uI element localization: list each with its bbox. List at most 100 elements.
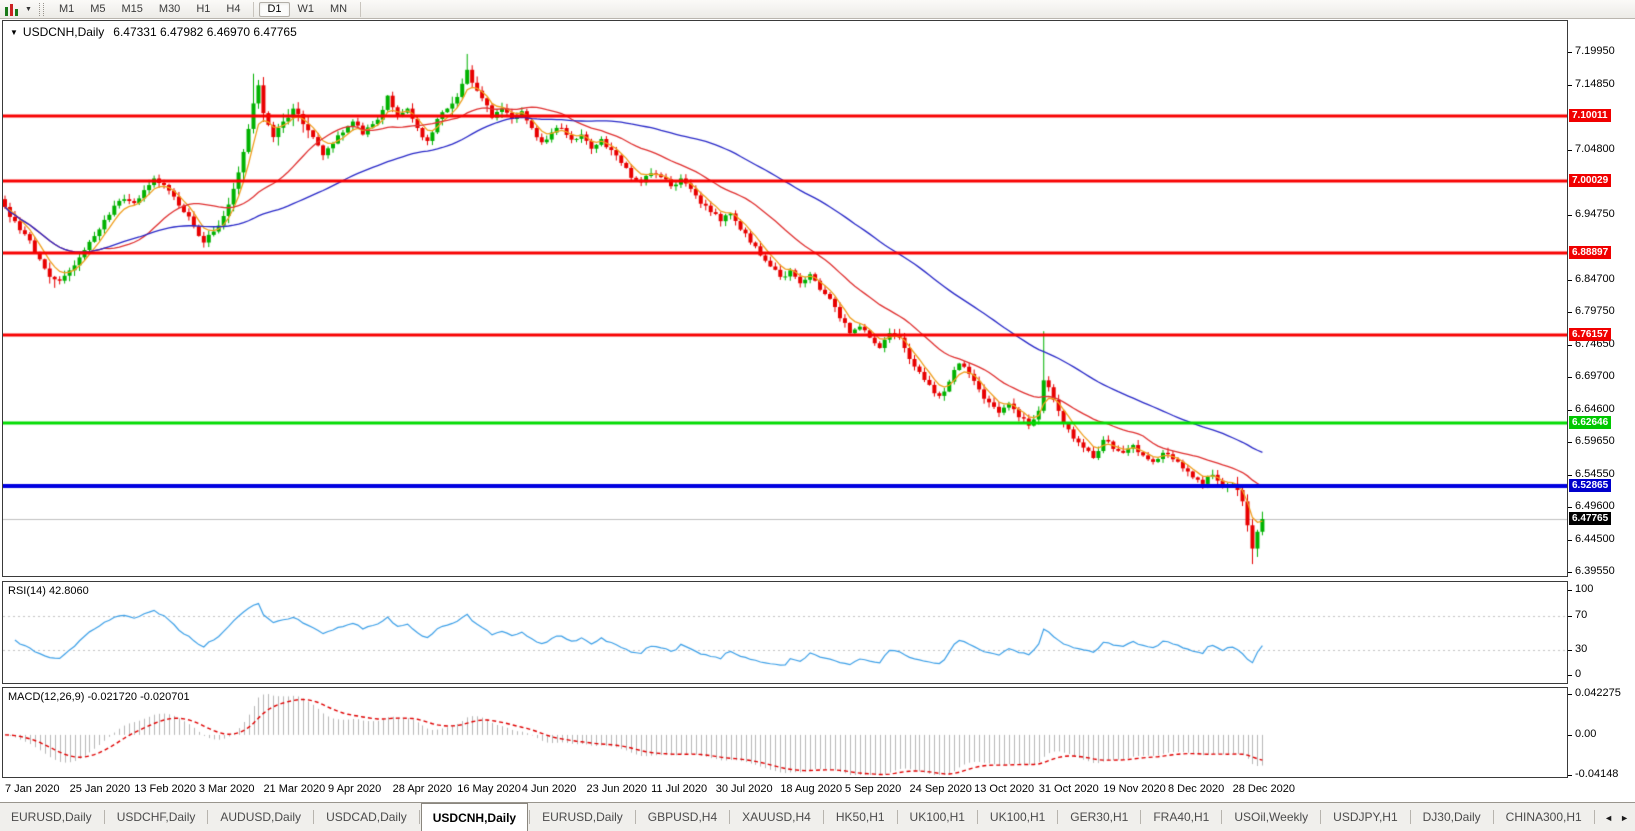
chart-tab-EURUSD-Daily[interactable]: EURUSD,Daily xyxy=(0,803,103,831)
rsi-tick xyxy=(1568,649,1572,651)
timeframe-button-H4[interactable]: H4 xyxy=(218,2,248,17)
tab-divider xyxy=(313,810,315,824)
price-tick xyxy=(1568,312,1572,314)
tab-divider xyxy=(1492,810,1494,824)
chart-tab-HK50-H1[interactable]: HK50,H1 xyxy=(825,803,896,831)
price-tick xyxy=(1568,572,1572,574)
chart-tab-FRA40-H1[interactable]: FRA40,H1 xyxy=(1142,803,1220,831)
chart-tab-DJ30-Daily[interactable]: DJ30,Daily xyxy=(1412,803,1492,831)
tab-divider xyxy=(896,810,898,824)
toolbar-separator xyxy=(360,1,362,17)
tab-scroll-left-button[interactable]: ◄ xyxy=(1604,813,1613,823)
tab-divider xyxy=(822,810,824,824)
timeframe-button-MN[interactable]: MN xyxy=(322,2,355,17)
price-tick-label: 6.49600 xyxy=(1575,500,1615,513)
date-label: 28 Apr 2020 xyxy=(392,783,452,795)
level-badge: 6.88897 xyxy=(1569,245,1612,259)
date-label: 8 Dec 2020 xyxy=(1167,783,1225,795)
tab-scroll-right-button[interactable]: ► xyxy=(1620,813,1629,823)
timeframe-button-W1[interactable]: W1 xyxy=(290,2,323,17)
tab-divider xyxy=(1593,810,1595,824)
date-label: 24 Sep 2020 xyxy=(909,783,972,795)
chart-tab-USDCAD-Daily[interactable]: USDCAD,Daily xyxy=(315,803,418,831)
chart-symbol-label: USDCNH,Daily xyxy=(22,25,105,39)
rsi-value: 42.8060 xyxy=(48,585,89,597)
macd-values: -0.021720 -0.020701 xyxy=(87,691,190,703)
chart-tab-USDCHF-Daily[interactable]: USDCHF,Daily xyxy=(106,803,207,831)
tab-divider xyxy=(1409,810,1411,824)
candlestick-chart-icon[interactable] xyxy=(4,3,23,16)
tab-divider xyxy=(103,810,105,824)
date-label: 9 Apr 2020 xyxy=(328,783,382,795)
timeframe-button-M5[interactable]: M5 xyxy=(82,2,113,17)
price-tick-label: 6.44500 xyxy=(1575,533,1615,546)
rsi-tick xyxy=(1568,590,1572,591)
chart-tab-UK100-H1[interactable]: UK100,H1 xyxy=(899,803,976,831)
rsi-tick-label: 100 xyxy=(1575,583,1594,595)
tab-scroll-buttons: ◄ ► xyxy=(1596,804,1635,831)
tab-divider xyxy=(529,810,531,824)
level-badge: 6.62646 xyxy=(1569,415,1612,429)
date-label: 31 Oct 2020 xyxy=(1038,783,1099,795)
tab-divider xyxy=(634,810,636,824)
chart-ohlc-values: 6.47331 6.47982 6.46970 6.47765 xyxy=(113,25,297,39)
timeframe-button-M1[interactable]: M1 xyxy=(51,2,82,17)
chart-title-marker-icon: ▼ xyxy=(10,28,18,37)
price-tick xyxy=(1568,475,1572,477)
chart-tab-CHINA300-H1[interactable]: CHINA300,H1 xyxy=(1495,803,1593,831)
date-label: 28 Dec 2020 xyxy=(1232,783,1295,795)
chart-tab-bar: EURUSD,Daily USDCHF,Daily AUDUSD,Daily USDC… xyxy=(0,802,1635,831)
main-chart-canvas[interactable] xyxy=(3,21,1567,576)
timeframe-toolbar: ▼ M1 M5 M15 M30 H1 H4 D1 W1 MN xyxy=(0,0,1635,19)
rsi-canvas[interactable] xyxy=(3,582,1567,683)
chart-tab-USDCNH-Daily[interactable]: USDCNH,Daily xyxy=(420,803,529,831)
price-tick-label: 7.14850 xyxy=(1575,77,1615,90)
tab-divider xyxy=(976,810,978,824)
timeframe-button-M15[interactable]: M15 xyxy=(114,2,151,17)
date-label: 3 Mar 2020 xyxy=(198,783,255,795)
timeframe-button-H1[interactable]: H1 xyxy=(188,2,218,17)
level-badge: 6.52865 xyxy=(1569,479,1612,493)
rsi-tick-label: 0 xyxy=(1575,668,1582,680)
date-axis[interactable]: 7 Jan 2020 25 Jan 2020 13 Feb 2020 3 Mar 20… xyxy=(2,779,1568,801)
rsi-tick xyxy=(1568,675,1572,676)
chart-tab-USDJPY-H1[interactable]: USDJPY,H1 xyxy=(1322,803,1408,831)
date-label: 7 Jan 2020 xyxy=(5,783,60,795)
price-tick xyxy=(1568,52,1572,53)
timeframe-button-D1[interactable]: D1 xyxy=(259,1,290,17)
price-tick-label: 6.69700 xyxy=(1575,370,1615,383)
date-label: 21 Mar 2020 xyxy=(263,783,326,795)
chart-tab-GER30-H1[interactable]: GER30,H1 xyxy=(1059,803,1139,831)
price-tick xyxy=(1568,442,1572,444)
chart-tab-AUDUSD-Daily[interactable]: AUDUSD,Daily xyxy=(209,803,312,831)
rsi-indicator-panel: RSI(14) 42.8060 xyxy=(2,581,1568,684)
main-chart-panel: ▼ USDCNH,Daily 6.47331 6.47982 6.46970 6.4… xyxy=(2,20,1568,577)
price-tick xyxy=(1568,377,1572,379)
macd-tick-label: 0.042275 xyxy=(1575,687,1621,699)
date-label: 25 Jan 2020 xyxy=(69,783,131,795)
date-label: 19 Nov 2020 xyxy=(1103,783,1166,795)
chart-tab-XAUUSD-H4[interactable]: XAUUSD,H4 xyxy=(731,803,822,831)
price-tick-label: 7.04800 xyxy=(1575,143,1615,156)
macd-tick xyxy=(1568,694,1572,695)
chart-tabs: EURUSD,Daily USDCHF,Daily AUDUSD,Daily USDC… xyxy=(0,803,1635,831)
chart-tab-EURUSD-Daily[interactable]: EURUSD,Daily xyxy=(531,803,634,831)
macd-tick-label: 0.00 xyxy=(1575,727,1597,740)
chart-tab-UK100-H1[interactable]: UK100,H1 xyxy=(979,803,1056,831)
tab-divider xyxy=(1140,810,1142,824)
price-tick xyxy=(1568,215,1572,217)
toolbar-separator xyxy=(253,1,255,17)
timeframe-button-M30[interactable]: M30 xyxy=(151,2,188,17)
tab-divider xyxy=(1221,810,1223,824)
current-price-badge: 6.47765 xyxy=(1569,512,1612,526)
date-label: 5 Sep 2020 xyxy=(844,783,902,795)
date-label: 30 Jul 2020 xyxy=(715,783,773,795)
macd-canvas[interactable] xyxy=(3,688,1567,777)
toolbar-grip[interactable] xyxy=(38,2,44,16)
chart-tab-USOil-Weekly[interactable]: USOil,Weekly xyxy=(1223,803,1319,831)
price-tick xyxy=(1568,540,1572,542)
price-axis[interactable]: 7.19950 7.14850 7.04800 6.94750 6.84700 6.797… xyxy=(1568,20,1635,780)
chart-tab-GBPUSD-H4[interactable]: GBPUSD,H4 xyxy=(637,803,728,831)
chart-dropdown-caret-icon[interactable]: ▼ xyxy=(25,6,32,13)
rsi-tick-label: 70 xyxy=(1575,608,1588,621)
